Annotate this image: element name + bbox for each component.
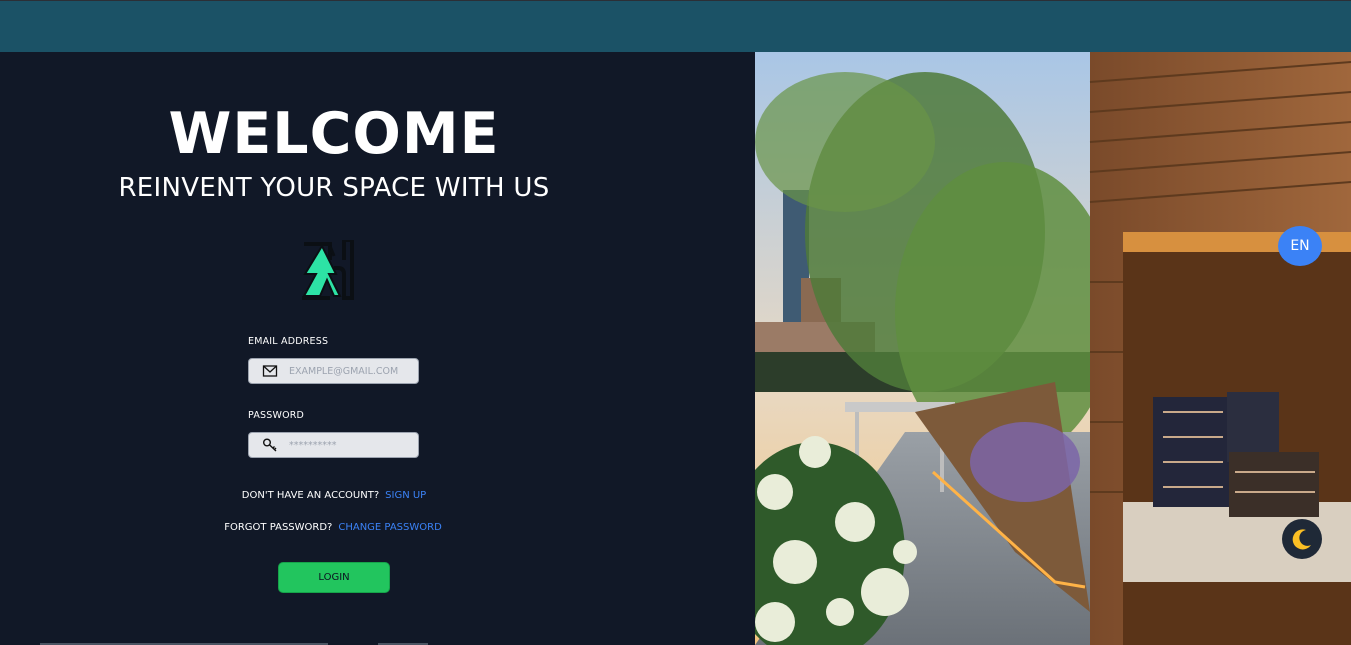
moon-icon (1292, 529, 1311, 550)
signup-link[interactable]: SIGN UP (385, 490, 426, 501)
signup-prompt: DON'T HAVE AN ACCOUNT? (241, 490, 380, 501)
signup-row: DON'T HAVE AN ACCOUNT? SIGN UP (0, 490, 668, 501)
forgot-row: FORGOT PASSWORD? CHANGE PASSWORD (0, 522, 667, 533)
key-icon (263, 438, 277, 452)
password-field[interactable] (248, 432, 419, 458)
top-bar (0, 0, 1351, 52)
password-input[interactable] (289, 433, 417, 457)
email-label: EMAIL ADDRESS (248, 336, 329, 347)
change-password-link[interactable]: CHANGE PASSWORD (338, 522, 441, 533)
language-button[interactable]: EN (1278, 226, 1322, 266)
email-input[interactable] (289, 359, 417, 383)
theme-toggle-button[interactable] (1282, 519, 1322, 559)
hero-image: EN (755, 52, 1351, 645)
login-button[interactable]: LOGIN (278, 562, 390, 593)
mail-icon (262, 365, 278, 377)
page-title: WELCOME (168, 101, 500, 167)
email-field[interactable] (248, 358, 419, 384)
rooftop-garden-image (755, 52, 1351, 645)
password-label: PASSWORD (248, 410, 305, 421)
forgot-prompt: FORGOT PASSWORD? (224, 522, 333, 533)
logo-icon (302, 240, 354, 300)
login-panel: WELCOME REINVENT YOUR SPACE WITH US EMAI… (0, 52, 755, 645)
page-subtitle: REINVENT YOUR SPACE WITH US (118, 173, 550, 203)
